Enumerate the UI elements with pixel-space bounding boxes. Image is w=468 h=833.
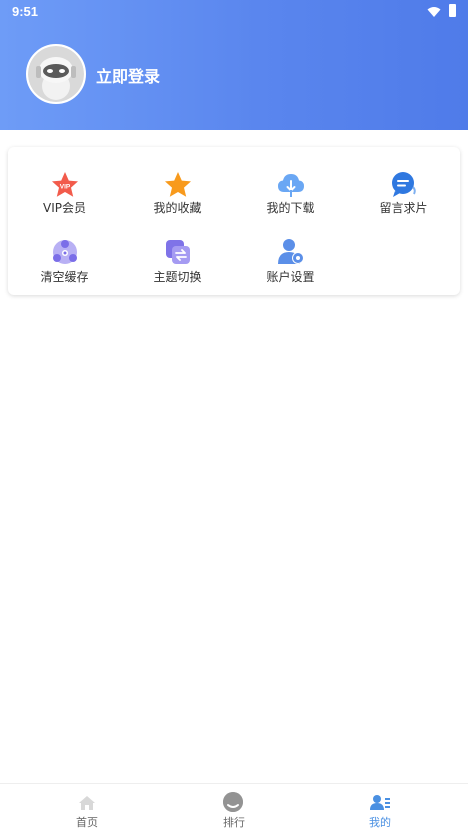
- menu-label: 我的收藏: [153, 201, 202, 215]
- avatar[interactable]: [26, 44, 86, 104]
- menu-label: 留言求片: [379, 201, 428, 215]
- nav-item-mine[interactable]: 我的: [302, 784, 458, 833]
- robot-avatar-icon: [28, 46, 84, 102]
- menu-item-theme[interactable]: 主题切换: [121, 231, 234, 297]
- svg-text:VIP: VIP: [60, 184, 71, 191]
- account-settings-icon: [278, 239, 304, 264]
- menu-label: VIP会员: [43, 201, 86, 215]
- menu-item-request[interactable]: 留言求片: [347, 164, 460, 230]
- nav-label: 排行: [223, 816, 245, 829]
- menu-label: 清空缓存: [40, 270, 89, 284]
- profile-header: 9:51 立即登录: [0, 0, 468, 130]
- bottom-nav: 首页 排行 我的: [0, 783, 468, 833]
- nav-label: 首页: [76, 816, 98, 829]
- menu-grid: VIP VIP会员 我的收藏 我的下载 留言求片 清空缓存 主题切换 账户设置: [8, 147, 460, 295]
- menu-label: 主题切换: [153, 270, 202, 284]
- battery-icon: [449, 4, 456, 17]
- wifi-icon: [427, 7, 441, 17]
- home-icon: [79, 796, 95, 810]
- menu-label: 我的下载: [266, 201, 315, 215]
- menu-item-downloads[interactable]: 我的下载: [234, 164, 347, 230]
- menu-item-account-settings[interactable]: 账户设置: [234, 231, 347, 297]
- status-time: 9:51: [12, 4, 39, 19]
- vip-star-icon: VIP: [52, 172, 78, 197]
- theme-switch-icon: [166, 240, 190, 264]
- star-icon: [165, 172, 191, 197]
- cloud-download-icon: [278, 174, 304, 197]
- chat-bubble-icon: [392, 172, 416, 197]
- menu-label: 账户设置: [266, 270, 315, 284]
- nav-label: 我的: [369, 816, 391, 829]
- profile-icon: [370, 795, 390, 810]
- menu-item-clear-cache[interactable]: 清空缓存: [8, 231, 121, 297]
- nav-item-home[interactable]: 首页: [9, 784, 165, 833]
- ranking-icon: [223, 792, 243, 812]
- clear-cache-icon: [53, 240, 77, 264]
- login-link[interactable]: 立即登录: [96, 63, 160, 87]
- status-bar: 9:51: [0, 0, 468, 24]
- nav-item-ranking[interactable]: 排行: [156, 784, 312, 833]
- menu-item-vip[interactable]: VIP VIP会员: [8, 164, 121, 230]
- menu-item-favorites[interactable]: 我的收藏: [121, 164, 234, 230]
